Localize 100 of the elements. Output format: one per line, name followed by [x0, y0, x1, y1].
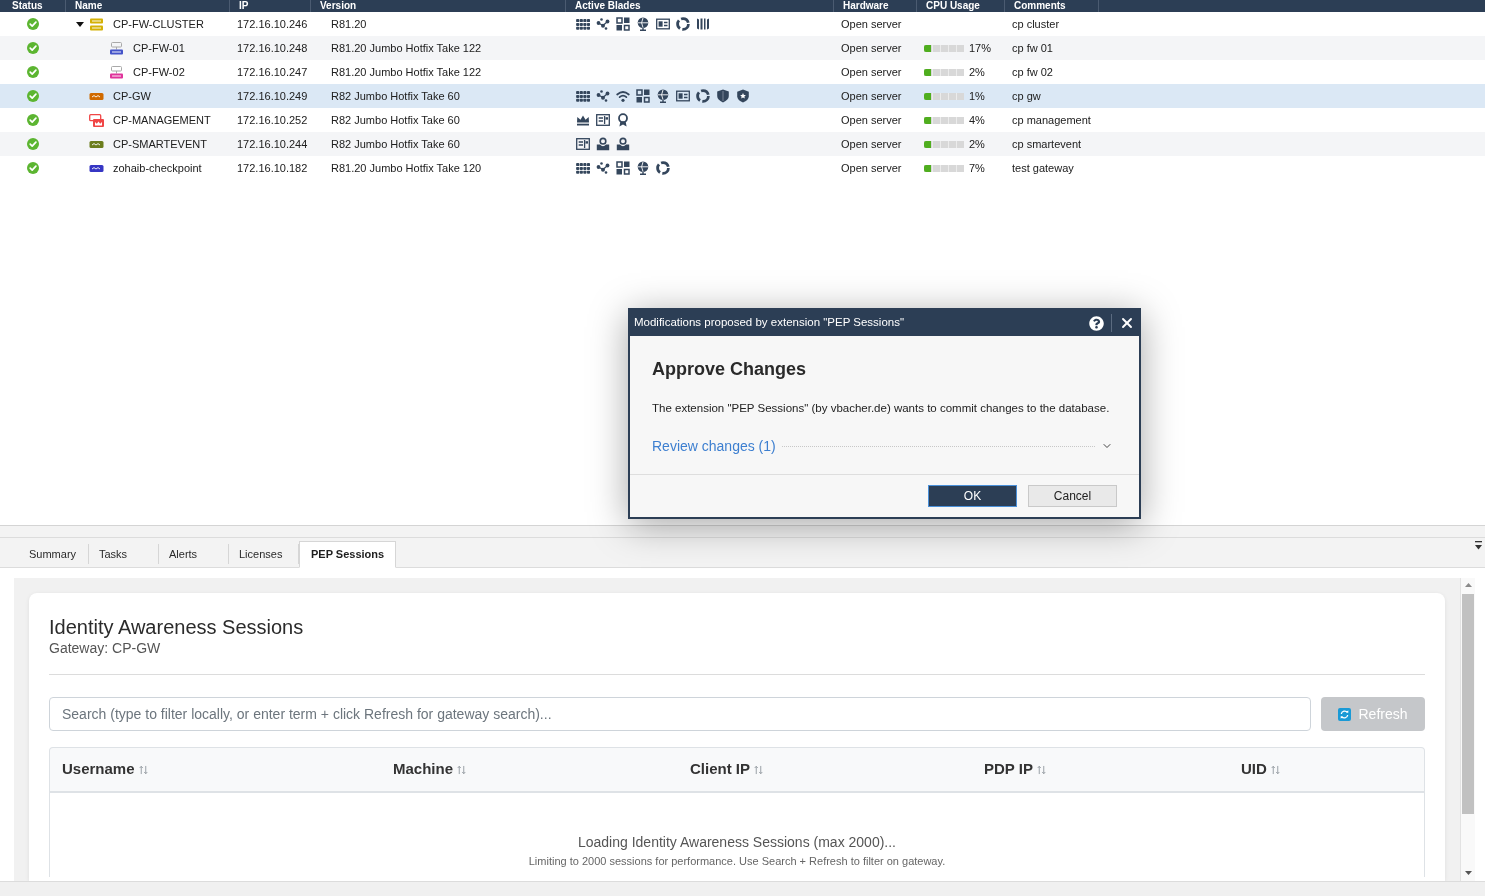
- tiles-icon: [636, 89, 650, 103]
- dot-grid-icon: [576, 90, 590, 102]
- column-header[interactable]: Machine: [393, 758, 453, 781]
- ip-address: 172.16.10.182: [237, 161, 308, 174]
- id-card-icon: [656, 17, 670, 31]
- caret-icon[interactable]: [76, 21, 84, 27]
- device-row[interactable]: CP-FW-01 172.16.10.248 R81.20 Jumbo Hotfix Take 122 Open server 17% cp fw 01: [0, 36, 1485, 60]
- panel-title: Identity Awareness Sessions: [49, 615, 304, 639]
- column-header[interactable]: Hardware: [843, 0, 889, 12]
- version-text: R82 Jumbo Hotfix Take 60: [331, 89, 460, 102]
- tab[interactable]: PEP Sessions: [299, 541, 397, 568]
- ring-icon: [656, 161, 670, 175]
- globe-icon: [656, 89, 670, 103]
- dot-grid-icon: [576, 162, 590, 174]
- column-header[interactable]: Comments: [1014, 0, 1066, 12]
- search-field[interactable]: Search (type to filter locally, or enter term + click Refresh for gateway search)...: [49, 697, 1311, 731]
- globe-icon: [636, 161, 650, 175]
- panel-subtitle: Gateway: CP-GW: [49, 639, 161, 657]
- ip-address: 172.16.10.248: [237, 41, 308, 54]
- ring-icon: [696, 89, 710, 103]
- version-text: R81.20 Jumbo Hotfix Take 122: [331, 65, 482, 78]
- version-text: R81.20 Jumbo Hotfix Take 122: [331, 41, 482, 54]
- cpu-usage-reading: 2%: [969, 64, 985, 80]
- device-row[interactable]: CP-SMARTEVENT 172.16.10.244 R82 Jumbo Hotfix Take 60 Open server 2% cp smartevent: [0, 132, 1485, 156]
- panel-icon: [576, 137, 590, 151]
- scroll-up-icon[interactable]: [1464, 583, 1472, 587]
- cpu-usage-reading: 2%: [969, 136, 985, 152]
- star-badge-icon: [736, 89, 750, 103]
- device-name: zohaib-checkpoint: [113, 160, 202, 176]
- loading-message: Loading Identity Awareness Sessions (max 2000)...: [577, 833, 896, 851]
- tab[interactable]: Tasks: [89, 544, 159, 564]
- wifi-icon: [616, 89, 630, 103]
- column-header[interactable]: Version: [320, 0, 357, 12]
- sort-icon[interactable]: [138, 764, 148, 775]
- column-header[interactable]: CPU Usage: [926, 0, 980, 12]
- sort-icon[interactable]: [457, 764, 466, 775]
- version-text: R82 Jumbo Hotfix Take 60: [331, 137, 460, 150]
- cpu-usage-reading: 4%: [969, 112, 985, 128]
- ip-address: 172.16.10.246: [237, 17, 308, 30]
- hardware-text: Open server: [841, 113, 902, 126]
- hardware-text: Open server: [841, 65, 902, 78]
- collapse-icon[interactable]: [1475, 541, 1482, 550]
- column-header[interactable]: Client IP: [690, 758, 750, 781]
- column-header[interactable]: UID: [1241, 758, 1267, 781]
- refresh-icon: [1338, 707, 1352, 721]
- comment-text: cp gw: [1012, 89, 1041, 102]
- comment-text: cp fw 01: [1012, 41, 1053, 54]
- ip-address: 172.16.10.252: [237, 113, 308, 126]
- column-header[interactable]: Username: [62, 758, 135, 781]
- crown-icon: [576, 113, 590, 127]
- device-name: CP-FW-CLUSTER: [113, 16, 204, 32]
- limit-hint: Limiting to 2000 sessions for performance. Use Search + Refresh to filter on gateway.: [528, 854, 946, 868]
- comment-text: cp management: [1012, 113, 1091, 126]
- ok-button[interactable]: OK: [928, 485, 1017, 507]
- tiles-icon: [616, 17, 630, 31]
- device-row[interactable]: CP-GW 172.16.10.249 R82 Jumbo Hotfix Take 60 Open server 1% cp gw: [0, 84, 1485, 108]
- bars-icon: [696, 17, 710, 31]
- column-header[interactable]: IP: [239, 0, 249, 12]
- version-text: R81.20 Jumbo Hotfix Take 120: [331, 161, 482, 174]
- hardware-text: Open server: [841, 89, 902, 102]
- scrollbar[interactable]: [1460, 578, 1475, 881]
- tiles-icon: [616, 161, 630, 175]
- panel-icon: [596, 113, 610, 127]
- dialog-heading: Approve Changes: [652, 358, 807, 380]
- cancel-button[interactable]: Cancel: [1028, 485, 1117, 507]
- device-name: CP-FW-01: [133, 40, 185, 56]
- review-changes-link[interactable]: Review changes (1): [652, 435, 776, 457]
- dot-grid-icon: [576, 18, 590, 30]
- column-header[interactable]: Name: [75, 0, 103, 12]
- version-text: R82 Jumbo Hotfix Take 60: [331, 113, 460, 126]
- ip-address: 172.16.10.244: [237, 137, 308, 150]
- cpu-usage-reading: 7%: [969, 160, 985, 176]
- column-header[interactable]: Active Blades: [575, 0, 641, 12]
- dialog-message: The extension "PEP Sessions" (by vbacher.de) wants to commit changes to the database.: [652, 401, 1110, 416]
- sort-icon[interactable]: [754, 764, 763, 775]
- comment-text: cp fw 02: [1012, 65, 1053, 78]
- sort-icon[interactable]: [1036, 764, 1046, 775]
- cpu-usage-reading: 17%: [969, 40, 992, 56]
- hardware-text: Open server: [841, 161, 902, 174]
- tab[interactable]: Alerts: [159, 544, 229, 564]
- scrollbar-thumb[interactable]: [1462, 594, 1474, 814]
- ip-address: 172.16.10.249: [237, 89, 308, 102]
- column-header[interactable]: Status: [12, 0, 43, 12]
- help-icon[interactable]: [1089, 315, 1104, 331]
- id-card-icon: [676, 89, 690, 103]
- device-name: CP-SMARTEVENT: [113, 136, 207, 152]
- column-header[interactable]: PDP IP: [984, 758, 1033, 781]
- device-name: CP-FW-02: [133, 64, 185, 80]
- device-name: CP-GW: [113, 88, 151, 104]
- ring-icon: [676, 17, 690, 31]
- close-icon[interactable]: [1119, 315, 1135, 331]
- network-nodes-icon: [596, 161, 610, 175]
- hardware-text: Open server: [841, 17, 902, 30]
- comment-text: test gateway: [1012, 161, 1074, 174]
- tab[interactable]: Summary: [19, 544, 89, 564]
- inbox-icon: [596, 137, 610, 151]
- network-nodes-icon: [596, 17, 610, 31]
- sort-icon[interactable]: [1270, 764, 1280, 775]
- ip-address: 172.16.10.247: [237, 65, 308, 78]
- scroll-down-icon[interactable]: [1464, 871, 1472, 875]
